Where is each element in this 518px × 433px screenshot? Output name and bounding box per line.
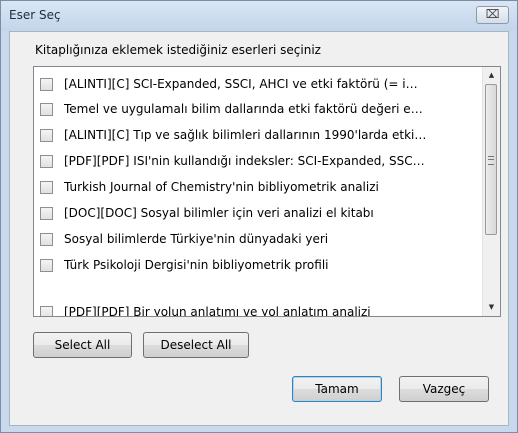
item-label: [PDF][PDF] Bir yolun anlatımı ve yol anl…: [64, 305, 371, 317]
list-item[interactable]: [DOC][DOC] Sosyal bilimler için veri ana…: [40, 204, 479, 222]
cancel-button[interactable]: Vazgeç: [399, 376, 489, 402]
item-checkbox[interactable]: [40, 102, 53, 116]
select-works-dialog: Eser Seç ⌧ Kitaplığınıza eklemek istediğ…: [0, 0, 518, 433]
close-icon: ⌧: [485, 7, 500, 21]
list-item[interactable]: [ALINTI][C] Tıp ve sağlık bilimleri dall…: [40, 126, 479, 144]
instruction-label: Kitaplığınıza eklemek istediğiniz eserle…: [35, 43, 321, 57]
scroll-up-icon[interactable]: ▲: [483, 67, 500, 84]
works-list[interactable]: [ALINTI][C] SCI-Expanded, SSCI, AHCI ve …: [33, 66, 501, 317]
select-all-button[interactable]: Select All: [33, 332, 132, 358]
dialog-body: Kitaplığınıza eklemek istediğiniz eserle…: [9, 31, 509, 426]
item-label: Temel ve uygulamalı bilim dallarında etk…: [64, 102, 423, 116]
list-item[interactable]: Sosyal bilimlerde Türkiye'nin dünyadaki …: [40, 230, 479, 248]
list-item[interactable]: Turkish Journal of Chemistry'nin bibliyo…: [40, 178, 479, 196]
item-label: [DOC][DOC] Sosyal bilimler için veri ana…: [64, 206, 374, 220]
vertical-scrollbar[interactable]: ▲ ▼: [482, 67, 500, 316]
list-item[interactable]: Temel ve uygulamalı bilim dallarında etk…: [40, 100, 479, 118]
item-checkbox[interactable]: [40, 77, 53, 91]
item-label: Türk Psikoloji Dergisi'nin bibliyometrik…: [64, 258, 329, 272]
item-label: Turkish Journal of Chemistry'nin bibliyo…: [64, 180, 379, 194]
list-item[interactable]: [PDF][PDF] ISI'nin kullandığı indeksler:…: [40, 152, 479, 170]
scroll-down-icon[interactable]: ▼: [483, 299, 500, 316]
item-label: [ALINTI][C] Tıp ve sağlık bilimleri dall…: [64, 128, 427, 142]
item-label: [ALINTI][C] SCI-Expanded, SSCI, AHCI ve …: [64, 77, 418, 91]
ok-button[interactable]: Tamam: [292, 376, 382, 402]
grip-icon: [488, 156, 494, 165]
item-checkbox[interactable]: [40, 232, 53, 246]
item-label: Sosyal bilimlerde Türkiye'nin dünyadaki …: [64, 232, 329, 246]
item-checkbox[interactable]: [40, 258, 53, 272]
title-bar: Eser Seç ⌧: [1, 1, 517, 31]
list-item[interactable]: [PDF][PDF] Bir yolun anlatımı ve yol anl…: [40, 303, 479, 317]
item-checkbox[interactable]: [40, 206, 53, 220]
deselect-all-button[interactable]: Deselect All: [143, 332, 249, 358]
item-checkbox[interactable]: [40, 305, 53, 316]
item-checkbox[interactable]: [40, 180, 53, 194]
close-button[interactable]: ⌧: [476, 6, 509, 24]
item-checkbox[interactable]: [40, 128, 53, 142]
window-title: Eser Seç: [9, 8, 61, 22]
scroll-thumb[interactable]: [485, 84, 497, 235]
item-label: [PDF][PDF] ISI'nin kullandığı indeksler:…: [64, 154, 425, 168]
item-checkbox[interactable]: [40, 154, 53, 168]
list-item[interactable]: [ALINTI][C] SCI-Expanded, SSCI, AHCI ve …: [40, 75, 479, 93]
list-item[interactable]: Türk Psikoloji Dergisi'nin bibliyometrik…: [40, 256, 479, 274]
